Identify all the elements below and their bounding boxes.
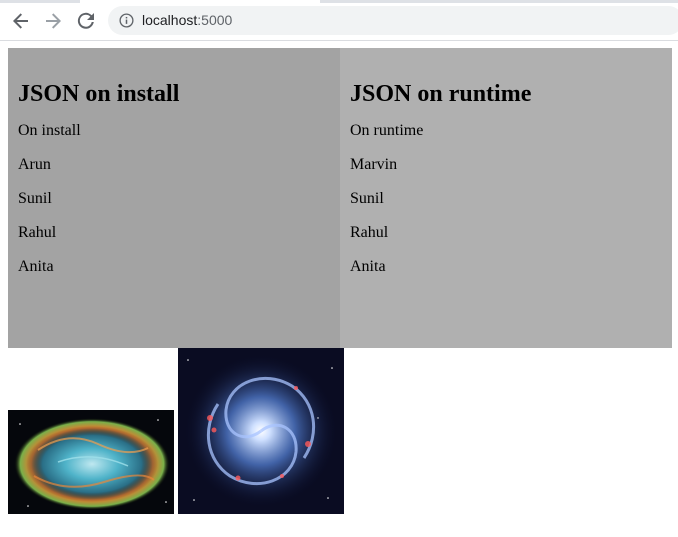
install-line: Rahul [18, 224, 57, 241]
reload-button[interactable] [74, 9, 98, 33]
install-line: Anita [18, 258, 54, 275]
forward-button[interactable] [41, 9, 65, 33]
runtime-line: Marvin [350, 156, 398, 173]
forward-arrow-icon [46, 13, 61, 29]
tab-strip [0, 0, 678, 3]
browser-toolbar: localhost:5000 [0, 0, 678, 41]
info-icon[interactable] [119, 13, 134, 28]
runtime-title: JSON on runtime [350, 81, 532, 107]
runtime-line: Sunil [350, 190, 384, 207]
install-panel: JSON on install On install Arun Sunil Ra… [8, 48, 340, 348]
runtime-panel: JSON on runtime On runtime Marvin Sunil … [340, 48, 672, 348]
runtime-line: On runtime [350, 122, 424, 139]
runtime-line: Rahul [350, 224, 389, 241]
address-bar[interactable]: localhost:5000 [108, 6, 678, 35]
url-host: localhost [142, 12, 198, 28]
crab-nebula-image [8, 410, 174, 514]
install-line: Arun [18, 156, 51, 173]
install-line: On install [18, 122, 81, 139]
reload-icon [77, 12, 94, 29]
install-title: JSON on install [18, 81, 180, 107]
spiral-galaxy-image [178, 348, 344, 514]
install-line: Sunil [18, 190, 52, 207]
back-button[interactable] [9, 9, 33, 33]
url-port: :5000 [197, 12, 233, 28]
runtime-line: Anita [350, 258, 386, 275]
back-arrow-icon [13, 13, 28, 29]
url-text: localhost:5000 [142, 12, 232, 29]
